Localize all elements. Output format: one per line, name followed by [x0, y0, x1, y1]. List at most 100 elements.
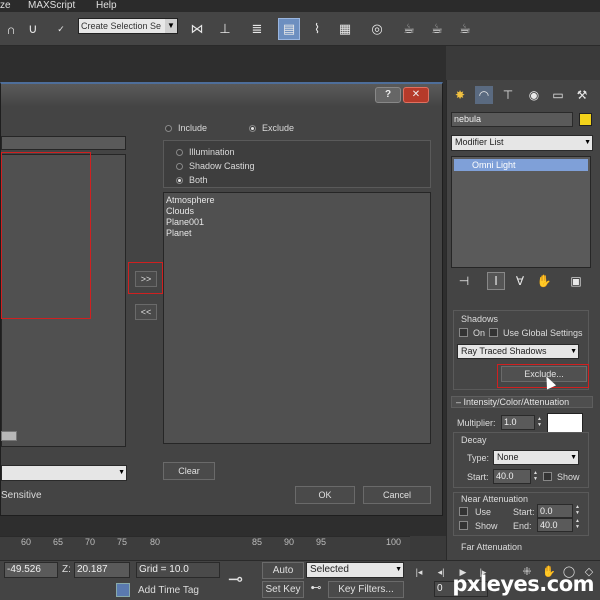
include-radio[interactable]: Include	[165, 123, 207, 133]
excluded-objects-list[interactable]: Atmosphere Clouds Plane001 Planet	[163, 192, 431, 444]
add-button-highlight	[128, 262, 163, 294]
grid-size-display: Grid = 10.0	[136, 562, 220, 578]
tick-label: 70	[85, 537, 96, 547]
curve-editor-icon[interactable]: ⌇	[306, 18, 328, 40]
shadows-on-checkbox[interactable]	[459, 328, 468, 337]
motion-tab-icon[interactable]: ◉	[525, 86, 543, 104]
make-unique-icon[interactable]: ∀	[511, 272, 529, 290]
shadow-casting-radio[interactable]: Shadow Casting	[176, 161, 255, 171]
decay-start-label: Start:	[467, 472, 489, 482]
previous-frame-icon[interactable]: ◂|	[434, 565, 448, 579]
bind-spacewarp-icon[interactable]: ∪	[22, 18, 44, 40]
pin-stack-icon[interactable]: ⊣	[455, 272, 473, 290]
utilities-tab-icon[interactable]: ⚒	[573, 86, 591, 104]
cancel-button[interactable]: Cancel	[363, 486, 431, 504]
x-coordinate-field[interactable]: -49.526	[4, 562, 58, 578]
tick-label: 60	[21, 537, 32, 547]
spell-check-icon[interactable]: ✓	[50, 18, 72, 40]
unlink-icon[interactable]: ∩	[0, 18, 22, 40]
selection-highlight-box	[1, 152, 91, 319]
multiplier-spinner[interactable]: ▲ ▼	[536, 416, 543, 429]
dialog-title-bar[interactable]: ? ✕	[1, 84, 442, 106]
case-sensitive-label[interactable]: Sensitive	[1, 490, 42, 501]
layer-manager-icon[interactable]: ≣	[246, 18, 268, 40]
exclude-radio[interactable]: Exclude	[249, 123, 294, 133]
near-end-field[interactable]: 40.0	[537, 518, 573, 532]
remove-from-exclude-button[interactable]: <<	[135, 304, 157, 320]
auto-key-button[interactable]: Auto Key	[262, 562, 304, 591]
far-attenuation-title: Far Attenuation	[461, 542, 523, 552]
list-item[interactable]: Plane001	[164, 217, 430, 228]
decay-start-spinner[interactable]: ▲ ▼	[532, 470, 539, 483]
shadows-title: Shadows	[461, 314, 499, 324]
menu-item-maxscript[interactable]: MAXScript	[28, 0, 75, 11]
selection-set-combo[interactable]: ▼	[1, 465, 127, 481]
remove-modifier-icon[interactable]: ✋	[535, 272, 553, 290]
modifier-stack[interactable]: Omni Light	[451, 156, 591, 268]
list-item[interactable]: Clouds	[164, 206, 430, 217]
help-button[interactable]: ?	[375, 87, 401, 103]
menu-item-views[interactable]: ze	[0, 0, 11, 11]
near-start-field[interactable]: 0.0	[537, 504, 573, 518]
time-tag-icon[interactable]	[116, 583, 130, 597]
list-item[interactable]: Atmosphere	[164, 195, 430, 206]
menu-item-help[interactable]: Help	[96, 0, 117, 11]
rendered-frame-icon[interactable]: ☕	[426, 18, 448, 40]
configure-sets-icon[interactable]: ▣	[567, 272, 585, 290]
chevron-down-icon: ▼	[118, 469, 125, 476]
radio-indicator	[176, 176, 183, 184]
timeline-ruler[interactable]: 60 65 70 75 80 85 90 95 100	[0, 536, 410, 560]
object-name-field[interactable]: nebula	[451, 112, 573, 127]
near-end-spinner[interactable]: ▲ ▼	[574, 518, 581, 531]
decay-start-field[interactable]: 40.0	[493, 469, 531, 484]
decay-type-combo[interactable]: None ▼	[493, 450, 579, 465]
clear-button[interactable]: Clear	[163, 462, 215, 480]
shadow-type-combo[interactable]: Ray Traced Shadows ▼	[457, 344, 579, 359]
key-mode-combo[interactable]: Selected ▼	[306, 562, 404, 578]
near-start-spinner[interactable]: ▲ ▼	[574, 504, 581, 517]
render-setup-icon[interactable]: ☕	[398, 18, 420, 40]
chevron-down-icon: ▼	[570, 348, 577, 355]
z-coordinate-field[interactable]: 20.187	[74, 562, 130, 578]
intensity-rollout-header[interactable]: – Intensity/Color/Attenuation	[451, 396, 593, 408]
near-show-label: Show	[475, 521, 498, 531]
schematic-view-icon[interactable]: ▦	[334, 18, 356, 40]
ok-button[interactable]: OK	[295, 486, 355, 504]
graphite-ribbon-icon[interactable]: ▤	[278, 18, 300, 40]
collapse-icon: –	[456, 397, 464, 407]
stack-item-omni-light[interactable]: Omni Light	[454, 159, 588, 171]
align-icon[interactable]: ⊥	[214, 18, 236, 40]
search-field[interactable]	[1, 136, 126, 150]
tick-label: 95	[316, 537, 327, 547]
exclude-button-highlight	[497, 364, 589, 388]
use-global-settings-checkbox[interactable]	[489, 328, 498, 337]
light-color-swatch[interactable]	[547, 413, 583, 433]
close-button[interactable]: ✕	[403, 87, 429, 103]
create-tab-icon[interactable]: ✸	[451, 86, 469, 104]
object-color-swatch[interactable]	[579, 113, 592, 126]
modify-tab-icon[interactable]: ◠	[475, 86, 493, 104]
set-key-button[interactable]: Set Key	[262, 581, 304, 598]
modifier-list-combo[interactable]: Modifier List ▼	[451, 135, 593, 151]
go-to-start-icon[interactable]: |◂	[412, 565, 426, 579]
material-editor-icon[interactable]: ◎	[366, 18, 388, 40]
key-filters-button[interactable]: Key Filters...	[328, 581, 404, 598]
near-use-checkbox[interactable]	[459, 507, 468, 516]
both-radio[interactable]: Both	[176, 175, 208, 185]
list-item[interactable]: Planet	[164, 228, 430, 239]
show-end-result-icon[interactable]: Ⅰ	[487, 272, 505, 290]
scrollbar-thumb[interactable]	[1, 431, 17, 441]
named-selection-set-combo[interactable]: Create Selection Se ▼	[78, 18, 178, 34]
multiplier-field[interactable]: 1.0	[501, 415, 535, 430]
hierarchy-tab-icon[interactable]: ⊤	[499, 86, 517, 104]
near-show-checkbox[interactable]	[459, 521, 468, 530]
illumination-radio[interactable]: Illumination	[176, 147, 235, 157]
display-tab-icon[interactable]: ▭	[549, 86, 567, 104]
key-icon[interactable]: ⊸	[228, 569, 243, 590]
render-production-icon[interactable]: ☕	[454, 18, 476, 40]
add-time-tag-label[interactable]: Add Time Tag	[138, 585, 199, 596]
decay-show-checkbox[interactable]	[543, 472, 552, 481]
mirror-icon[interactable]: ⋈	[186, 18, 208, 40]
tick-label: 90	[284, 537, 295, 547]
key-mode-toggle-icon[interactable]: ⊷	[308, 581, 324, 597]
